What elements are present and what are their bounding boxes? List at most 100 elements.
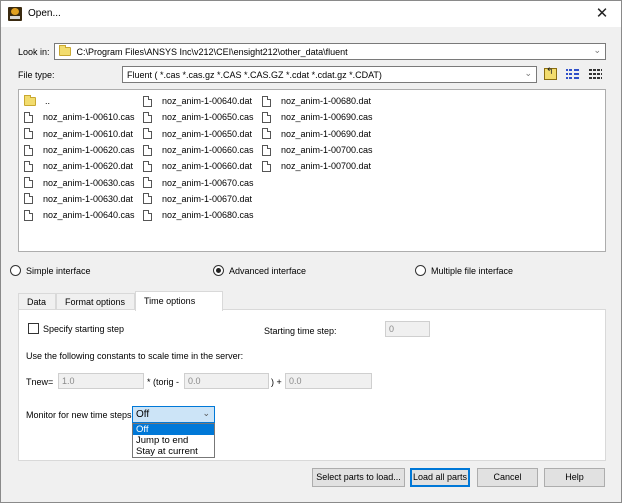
monitor-option-off[interactable]: Off (133, 424, 214, 435)
file-list-item[interactable]: noz_anim-1-00640.cas (21, 207, 135, 223)
radio-button[interactable] (10, 265, 21, 276)
file-type-value: Fluent ( *.cas *.cas.gz *.CAS *.CAS.GZ *… (127, 70, 382, 80)
file-list-item[interactable]: noz_anim-1-00650.cas (140, 109, 254, 125)
monitor-select[interactable]: Off ⌄ (132, 406, 215, 423)
file-list-item[interactable]: noz_anim-1-00660.cas (140, 142, 254, 158)
tnew-input[interactable]: 1.0 (58, 373, 144, 389)
file-column-1: .. noz_anim-1-00610.cas noz_anim-1-00610.d… (21, 93, 135, 223)
file-name: noz_anim-1-00660.cas (162, 145, 254, 156)
radio-advanced-interface[interactable]: Advanced interface (213, 265, 306, 276)
file-list-item[interactable]: noz_anim-1-00630.cas (21, 174, 135, 190)
load-all-parts-button[interactable]: Load all parts (410, 468, 470, 487)
file-name: noz_anim-1-00680.dat (281, 96, 372, 107)
file-icon (24, 128, 33, 140)
tab-data[interactable]: Data (18, 293, 56, 310)
chevron-down-icon[interactable]: ⌄ (593, 45, 601, 56)
file-list-item[interactable]: noz_anim-1-00700.cas (259, 142, 373, 158)
chevron-down-icon[interactable]: ⌄ (524, 68, 532, 79)
file-list-item[interactable]: noz_anim-1-00680.cas (140, 207, 254, 223)
scale-time-description: Use the following constants to scale tim… (26, 351, 244, 361)
file-list-item[interactable]: noz_anim-1-00610.cas (21, 109, 135, 125)
file-name: noz_anim-1-00690.dat (281, 128, 372, 139)
open-dialog: Open... ✕ Look in: C:\Program Files\ANSY… (0, 0, 622, 503)
file-icon (24, 209, 33, 221)
radio-label: Advanced interface (229, 265, 307, 276)
radio-label: Multiple file interface (431, 265, 514, 276)
monitor-selected-value: Off (136, 409, 150, 420)
radio-label: Simple interface (26, 265, 91, 276)
file-list[interactable]: .. noz_anim-1-00610.cas noz_anim-1-00610.d… (18, 89, 606, 252)
list-view-icon[interactable] (566, 68, 579, 80)
monitor-dropdown-list: Off Jump to end Stay at current (132, 423, 215, 458)
radio-button[interactable] (415, 265, 426, 276)
file-list-item[interactable]: noz_anim-1-00620.dat (21, 158, 135, 174)
radio-button[interactable] (213, 265, 224, 276)
look-in-combo[interactable]: C:\Program Files\ANSYS Inc\v212\CEI\ensi… (54, 43, 606, 60)
file-name: noz_anim-1-00640.cas (43, 210, 135, 221)
file-name: noz_anim-1-00640.dat (162, 96, 253, 107)
detail-view-icon[interactable] (589, 68, 602, 80)
tab-time-options[interactable]: Time options (135, 291, 223, 311)
file-list-item[interactable]: noz_anim-1-00650.dat (140, 126, 254, 142)
file-icon (262, 160, 271, 172)
look-in-path: C:\Program Files\ANSYS Inc\v212\CEI\ensi… (76, 47, 348, 57)
file-icon (143, 144, 152, 156)
file-list-item[interactable]: noz_anim-1-00670.dat (140, 191, 254, 207)
file-list-item[interactable]: noz_anim-1-00610.dat (21, 126, 135, 142)
file-list-item[interactable]: noz_anim-1-00660.dat (140, 158, 254, 174)
title-bar: Open... ✕ (1, 1, 621, 27)
file-name: noz_anim-1-00700.cas (281, 145, 373, 156)
specify-starting-step-checkbox[interactable] (28, 323, 39, 334)
file-list-item[interactable]: noz_anim-1-00690.cas (259, 109, 373, 125)
offset-input[interactable]: 0.0 (285, 373, 372, 389)
file-icon (24, 144, 33, 156)
file-name: noz_anim-1-00670.dat (162, 193, 253, 204)
window-title: Open... (28, 8, 61, 19)
torig-input[interactable]: 0.0 (184, 373, 269, 389)
folder-icon (24, 94, 36, 106)
look-in-label: Look in: (18, 47, 50, 57)
file-icon (262, 95, 271, 107)
file-list-item[interactable]: noz_anim-1-00680.dat (259, 93, 373, 109)
file-icon (24, 193, 33, 205)
file-icon (143, 95, 152, 107)
close-button[interactable]: ✕ (593, 5, 611, 23)
file-name: noz_anim-1-00610.cas (43, 112, 135, 123)
file-list-item[interactable]: noz_anim-1-00620.cas (21, 142, 135, 158)
file-list-item[interactable]: noz_anim-1-00670.cas (140, 174, 254, 190)
file-icon (24, 111, 33, 123)
starting-time-step-label: Starting time step: (264, 326, 337, 336)
select-parts-button[interactable]: Select parts to load... (312, 468, 405, 487)
help-button[interactable]: Help (544, 468, 605, 487)
file-icon (143, 111, 152, 123)
radio-multiple-file-interface[interactable]: Multiple file interface (415, 265, 513, 276)
file-type-label: File type: (18, 70, 55, 80)
file-list-item[interactable]: noz_anim-1-00700.dat (259, 158, 373, 174)
starting-time-step-input[interactable]: 0 (385, 321, 430, 337)
radio-simple-interface[interactable]: Simple interface (10, 265, 91, 276)
file-list-item[interactable]: .. (21, 93, 135, 109)
file-name: noz_anim-1-00630.dat (43, 193, 134, 204)
tab-format-options[interactable]: Format options (56, 293, 135, 310)
file-list-item[interactable]: noz_anim-1-00640.dat (140, 93, 254, 109)
monitor-option-jump-to-end[interactable]: Jump to end (133, 435, 214, 446)
folder-icon (59, 45, 71, 56)
file-name: noz_anim-1-00650.dat (162, 128, 253, 139)
chevron-down-icon[interactable]: ⌄ (202, 408, 210, 419)
file-name: noz_anim-1-00690.cas (281, 112, 373, 123)
file-icon (143, 193, 152, 205)
monitor-option-stay-at-current[interactable]: Stay at current (133, 446, 214, 457)
cancel-button[interactable]: Cancel (477, 468, 538, 487)
file-name: noz_anim-1-00610.dat (43, 128, 134, 139)
ensight-app-icon (8, 7, 22, 21)
file-icon (143, 128, 152, 140)
file-icon (143, 160, 152, 172)
file-column-3: noz_anim-1-00680.dat noz_anim-1-00690.cas… (259, 93, 373, 174)
file-name: noz_anim-1-00620.dat (43, 161, 134, 172)
up-folder-icon[interactable] (544, 66, 557, 80)
file-list-item[interactable]: noz_anim-1-00690.dat (259, 126, 373, 142)
file-type-combo[interactable]: Fluent ( *.cas *.cas.gz *.CAS *.CAS.GZ *… (122, 66, 537, 83)
file-list-item[interactable]: noz_anim-1-00630.dat (21, 191, 135, 207)
file-icon (143, 177, 152, 189)
file-icon (24, 160, 33, 172)
